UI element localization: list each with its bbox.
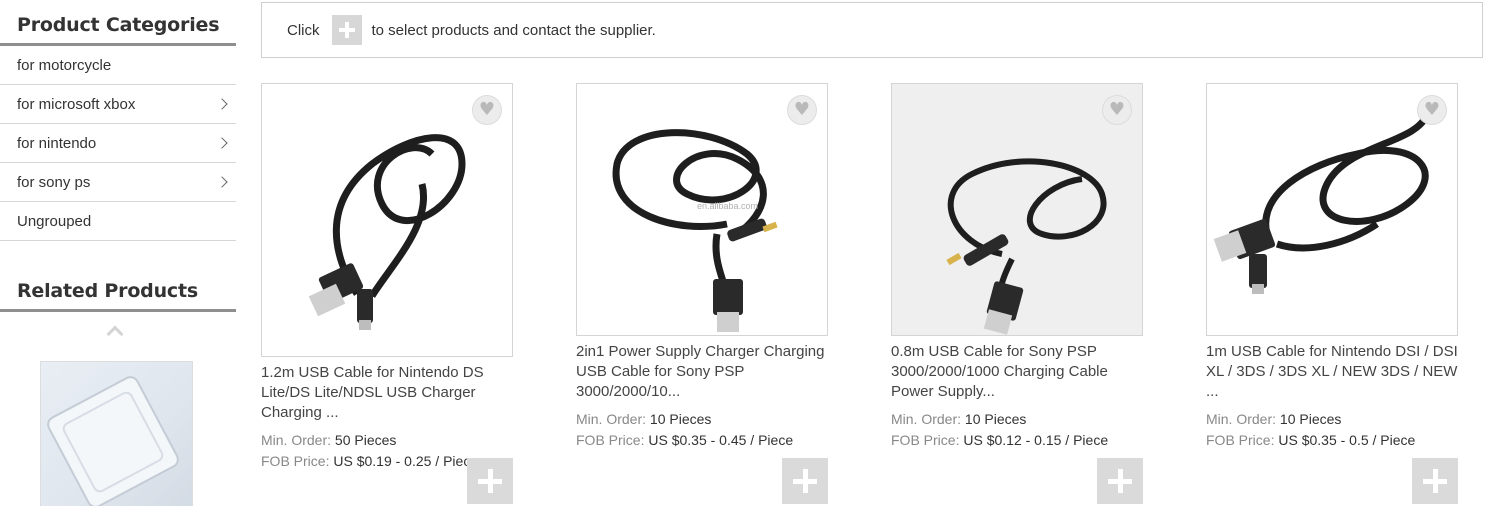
category-label: for nintendo (17, 134, 97, 152)
product-title[interactable]: 1m USB Cable for Nintendo DSI / DSI XL /… (1206, 342, 1458, 402)
fob-price-row: FOB Price: US $0.35 - 0.5 / Piece (1206, 430, 1487, 451)
fob-price-value: US $0.12 - 0.15 / Piece (963, 432, 1109, 448)
watermark: en.alibaba.com (697, 201, 758, 211)
category-item-microsoft-xbox[interactable]: for microsoft xbox (0, 85, 236, 124)
product-card: en.alibaba.com 2in1 Power Supply Charger… (576, 83, 861, 451)
clear-case-image (47, 376, 179, 506)
related-products-heading: Related Products (0, 266, 236, 312)
category-list: for motorcycle for microsoft xbox for ni… (0, 46, 236, 241)
category-item-ungrouped[interactable]: Ungrouped (0, 202, 236, 241)
fob-price-label: FOB Price: (891, 432, 960, 448)
category-item-sony-ps[interactable]: for sony ps (0, 163, 236, 202)
min-order-label: Min. Order: (1206, 411, 1277, 427)
product-title[interactable]: 1.2m USB Cable for Nintendo DS Lite/DS L… (261, 363, 513, 423)
min-order-value: 10 Pieces (964, 411, 1027, 427)
product-image[interactable] (891, 83, 1143, 336)
usb-cable-image (308, 134, 466, 330)
notice-suffix: to select products and contact the suppl… (371, 21, 656, 39)
product-card: 1m USB Cable for Nintendo DSI / DSI XL /… (1206, 83, 1487, 451)
category-item-nintendo[interactable]: for nintendo (0, 124, 236, 163)
fob-price-row: FOB Price: US $0.35 - 0.45 / Piece (576, 430, 861, 451)
notice-prefix: Click (287, 21, 320, 39)
min-order-label: Min. Order: (261, 432, 332, 448)
select-products-notice: Click to select products and contact the… (261, 2, 1483, 58)
min-order-value: 50 Pieces (334, 432, 397, 448)
min-order-label: Min. Order: (891, 411, 962, 427)
fob-price-value: US $0.19 - 0.25 / Piece (333, 453, 479, 469)
related-product-image[interactable] (40, 361, 193, 506)
category-label: for microsoft xbox (17, 95, 136, 113)
product-meta: Min. Order: 10 Pieces FOB Price: US $0.1… (891, 409, 1176, 451)
min-order-label: Min. Order: (576, 411, 647, 427)
chevron-right-icon[interactable] (216, 176, 228, 188)
product-card: 0.8m USB Cable for Sony PSP 3000/2000/10… (891, 83, 1176, 451)
min-order-row: Min. Order: 50 Pieces (261, 430, 546, 451)
favorite-heart-icon[interactable] (1102, 95, 1132, 125)
fob-price-value: US $0.35 - 0.5 / Piece (1278, 432, 1416, 448)
add-to-inquiry-button[interactable] (1097, 458, 1143, 504)
min-order-value: 10 Pieces (649, 411, 712, 427)
add-to-inquiry-button[interactable] (1412, 458, 1458, 504)
product-categories-heading: Product Categories (0, 0, 236, 46)
min-order-row: Min. Order: 10 Pieces (576, 409, 861, 430)
usb-cable-image (946, 158, 1107, 335)
min-order-value: 10 Pieces (1279, 411, 1342, 427)
favorite-heart-icon[interactable] (472, 95, 502, 125)
plus-icon (331, 15, 362, 45)
fob-price-label: FOB Price: (1206, 432, 1275, 448)
category-label: for sony ps (17, 173, 91, 191)
product-image[interactable] (1206, 83, 1458, 336)
product-card: 1.2m USB Cable for Nintendo DS Lite/DS L… (261, 83, 546, 472)
category-label: for motorcycle (17, 56, 112, 74)
product-image[interactable] (261, 83, 513, 357)
add-to-inquiry-button[interactable] (467, 458, 513, 504)
fob-price-label: FOB Price: (576, 432, 645, 448)
min-order-row: Min. Order: 10 Pieces (1206, 409, 1487, 430)
favorite-heart-icon[interactable] (787, 95, 817, 125)
product-title[interactable]: 0.8m USB Cable for Sony PSP 3000/2000/10… (891, 342, 1143, 402)
usb-cable-image: en.alibaba.com (612, 129, 778, 332)
add-to-inquiry-button[interactable] (782, 458, 828, 504)
product-title[interactable]: 2in1 Power Supply Charger Charging USB C… (576, 342, 828, 402)
category-item-motorcycle[interactable]: for motorcycle (0, 46, 236, 85)
favorite-heart-icon[interactable] (1417, 95, 1447, 125)
min-order-row: Min. Order: 10 Pieces (891, 409, 1176, 430)
fob-price-label: FOB Price: (261, 453, 330, 469)
product-meta: Min. Order: 10 Pieces FOB Price: US $0.3… (576, 409, 861, 451)
fob-price-value: US $0.35 - 0.45 / Piece (648, 432, 794, 448)
category-label: Ungrouped (17, 212, 92, 230)
chevron-right-icon[interactable] (216, 137, 228, 149)
product-meta: Min. Order: 10 Pieces FOB Price: US $0.3… (1206, 409, 1487, 451)
usb-cable-image (1213, 112, 1431, 294)
product-image[interactable]: en.alibaba.com (576, 83, 828, 336)
fob-price-row: FOB Price: US $0.12 - 0.15 / Piece (891, 430, 1176, 451)
chevron-right-icon[interactable] (216, 98, 228, 110)
